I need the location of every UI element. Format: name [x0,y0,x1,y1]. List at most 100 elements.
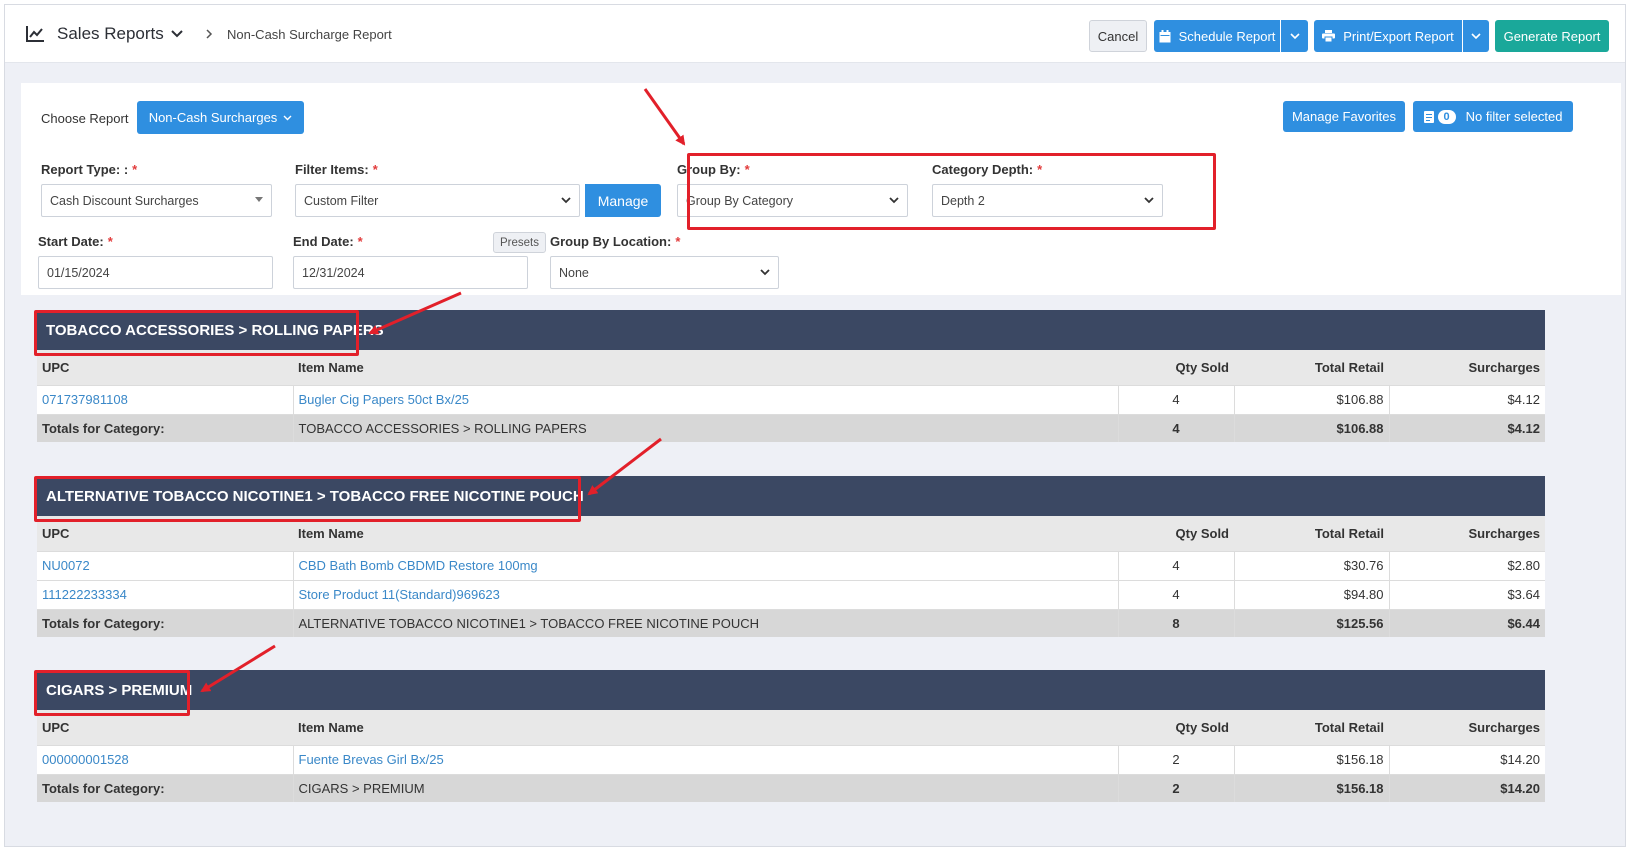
totals-label: Totals for Category: [37,608,294,637]
table-header-row: UPC Item Name Qty Sold Total Retail Surc… [37,516,1545,551]
group-by-select[interactable]: Group By Category [677,184,908,217]
schedule-report-button[interactable]: Schedule Report [1154,20,1280,52]
col-item-name: Item Name [293,516,1118,551]
start-date-input[interactable]: 01/15/2024 [38,256,273,289]
table-header-row: UPC Item Name Qty Sold Total Retail Surc… [37,710,1545,745]
filter-status-label: No filter selected [1465,109,1563,124]
choose-report-value: Non-Cash Surcharges [148,110,278,125]
upc-link[interactable]: 000000001528 [37,744,294,774]
chevron-down-icon[interactable] [171,29,183,39]
qty-cell: 2 [1118,744,1235,774]
chevron-down-icon [561,197,571,204]
surcharge-cell: $3.64 [1389,579,1545,609]
report-table: UPC Item Name Qty Sold Total Retail Surc… [37,710,1545,802]
schedule-report-label: Schedule Report [1178,28,1276,44]
retail-cell: $94.80 [1234,579,1390,609]
retail-cell: $156.18 [1234,744,1390,774]
end-date-input[interactable]: 12/31/2024 [293,256,528,289]
generate-report-label: Generate Report [1503,28,1601,44]
table-row[interactable]: NU0072 CBD Bath Bomb CBDMD Restore 100mg… [37,550,1545,580]
category-header: CIGARS > PREMIUM [37,670,1545,710]
group-by-location-value: None [559,265,589,280]
totals-surcharges: $14.20 [1389,773,1545,802]
print-export-button[interactable]: Print/Export Report [1314,20,1462,52]
chart-line-icon [26,26,44,42]
category-depth-value: Depth 2 [941,193,985,208]
item-name-link[interactable]: Bugler Cig Papers 50ct Bx/25 [293,384,1119,414]
caret-down-icon [255,197,263,202]
choose-report-button[interactable]: Non-Cash Surcharges [137,101,304,134]
col-surcharges: Surcharges [1389,710,1545,745]
category-depth-label: Category Depth: * [932,162,1043,177]
group-by-label: Group By: * [677,162,750,177]
qty-cell: 4 [1118,579,1235,609]
cancel-button[interactable]: Cancel [1089,20,1147,52]
manage-filter-button[interactable]: Manage [585,184,661,217]
manage-favorites-button[interactable]: Manage Favorites [1283,101,1405,132]
print-export-dropdown[interactable] [1463,20,1489,52]
col-total-retail: Total Retail [1234,516,1389,551]
totals-retail: $125.56 [1234,608,1390,637]
group-by-value: Group By Category [686,193,793,208]
page-title: Sales Reports [57,24,164,43]
report-type-select[interactable]: Cash Discount Surcharges [41,184,272,217]
report-table: UPC Item Name Qty Sold Total Retail Surc… [37,516,1545,637]
col-upc: UPC [37,710,293,745]
generate-report-button[interactable]: Generate Report [1495,20,1609,52]
surcharge-cell: $2.80 [1389,550,1545,580]
col-surcharges: Surcharges [1389,516,1545,551]
totals-surcharges: $4.12 [1389,413,1545,442]
chevron-down-icon [760,269,770,276]
category-section: TOBACCO ACCESSORIES > ROLLING PAPERS UPC… [37,310,1545,442]
col-upc: UPC [37,516,293,551]
upc-link[interactable]: 111222233334 [37,579,294,609]
start-date-label: Start Date: * [38,234,113,249]
start-date-value: 01/15/2024 [47,265,110,280]
cancel-label: Cancel [1097,28,1139,44]
upc-link[interactable]: NU0072 [37,550,294,580]
table-row[interactable]: 000000001528 Fuente Brevas Girl Bx/25 2 … [37,744,1545,774]
col-total-retail: Total Retail [1234,710,1389,745]
chevron-down-icon [1471,32,1481,39]
table-row[interactable]: 071737981108 Bugler Cig Papers 50ct Bx/2… [37,384,1545,414]
item-name-link[interactable]: Store Product 11(Standard)969623 [293,579,1119,609]
col-item-name: Item Name [293,350,1118,385]
table-header-row: UPC Item Name Qty Sold Total Retail Surc… [37,350,1545,385]
presets-label: Presets [500,236,539,249]
presets-button[interactable]: Presets [493,232,546,253]
totals-surcharges: $6.44 [1389,608,1545,637]
group-by-location-label: Group By Location: * [550,234,681,249]
retail-cell: $106.88 [1234,384,1390,414]
col-qty-sold: Qty Sold [1118,710,1234,745]
schedule-report-dropdown[interactable] [1281,20,1308,52]
totals-retail: $156.18 [1234,773,1390,802]
manage-favorites-label: Manage Favorites [1291,109,1397,124]
item-name-link[interactable]: CBD Bath Bomb CBDMD Restore 100mg [293,550,1119,580]
category-depth-select[interactable]: Depth 2 [932,184,1163,217]
category-section: ALTERNATIVE TOBACCO NICOTINE1 > TOBACCO … [37,476,1545,637]
filter-items-label: Filter Items: * [295,162,378,177]
end-date-label: End Date: * [293,234,363,249]
upc-link[interactable]: 071737981108 [37,384,294,414]
group-by-location-select[interactable]: None [550,256,779,289]
totals-row: Totals for Category: TOBACCO ACCESSORIES… [37,413,1545,442]
totals-label: Totals for Category: [37,773,294,802]
report-table: UPC Item Name Qty Sold Total Retail Surc… [37,350,1545,442]
breadcrumb-separator-icon [206,29,213,39]
category-header: TOBACCO ACCESSORIES > ROLLING PAPERS [37,310,1545,350]
chevron-down-icon [1144,197,1154,204]
item-name-link[interactable]: Fuente Brevas Girl Bx/25 [293,744,1119,774]
totals-row: Totals for Category: ALTERNATIVE TOBACCO… [37,608,1545,637]
report-type-label: Report Type: : * [41,162,138,177]
filter-panel: Choose Report Non-Cash Surcharges Manage… [21,83,1621,295]
filter-status-button[interactable]: 0 No filter selected [1413,101,1573,132]
table-row[interactable]: 111222233334 Store Product 11(Standard)9… [37,579,1545,609]
filter-items-select[interactable]: Custom Filter [295,184,580,217]
totals-category: TOBACCO ACCESSORIES > ROLLING PAPERS [293,413,1119,442]
totals-category: ALTERNATIVE TOBACCO NICOTINE1 > TOBACCO … [293,608,1119,637]
calendar-icon [1159,29,1171,42]
filter-items-value: Custom Filter [304,193,379,208]
print-export-label: Print/Export Report [1343,28,1454,44]
chevron-down-icon [889,197,899,204]
qty-cell: 4 [1118,384,1235,414]
